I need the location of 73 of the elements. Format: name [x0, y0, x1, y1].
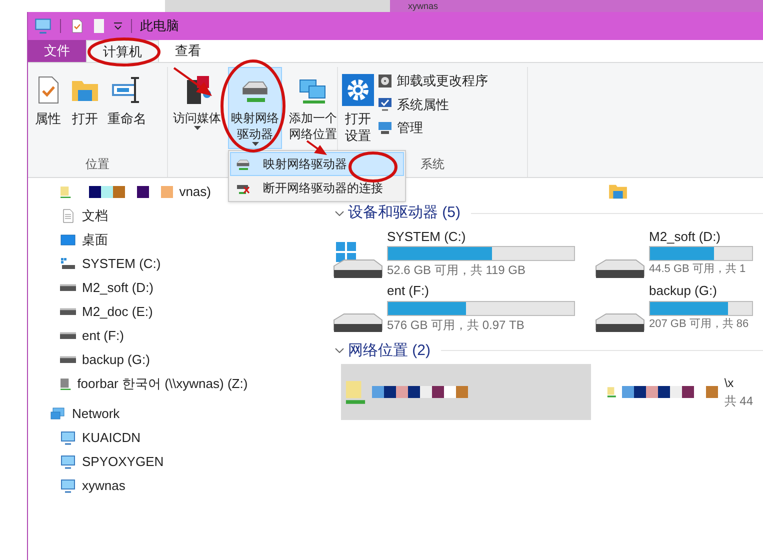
network-icon — [50, 406, 66, 422]
section-heading: 网络位置 (2) — [348, 340, 430, 360]
ribbon-button[interactable]: 属性 — [30, 67, 66, 149]
nav-item[interactable]: SPYOXYGEN — [82, 452, 164, 472]
nav-item[interactable]: KUAICDN — [82, 428, 141, 448]
monitor-check-icon — [377, 96, 393, 112]
drive-icon — [595, 258, 645, 278]
drive-space: 44.5 GB 可用，共 1 — [649, 262, 747, 277]
ribbon-small-button[interactable]: 卸载或更改程序 — [377, 71, 488, 90]
computer-icon — [377, 120, 393, 136]
network-drive-icon — [60, 378, 72, 390]
nav-item[interactable]: backup (G:) — [82, 350, 150, 370]
blank-document-icon[interactable] — [93, 18, 105, 34]
chevron-icon[interactable] — [335, 210, 344, 216]
system-drive-icon — [60, 256, 76, 272]
network-location-tile[interactable] — [341, 364, 591, 420]
nav-item[interactable]: ent (F:) — [82, 326, 124, 346]
computer-icon — [60, 430, 76, 446]
document-icon — [60, 208, 76, 224]
drive-icon — [60, 308, 76, 316]
drive-name[interactable]: ent (F:) — [387, 281, 575, 300]
nav-item[interactable]: xywnas — [82, 476, 126, 496]
drive-icon — [60, 332, 76, 340]
drive-icon — [60, 356, 76, 364]
ribbon-button[interactable]: 重命名 — [104, 67, 150, 149]
ribbon-button[interactable]: 打开设置 — [340, 67, 376, 149]
system-drive-icon — [333, 240, 383, 278]
chevron-icon[interactable] — [335, 348, 344, 354]
annotation-arrow — [306, 140, 328, 156]
menu-item[interactable]: 断开网络驱动器的连接 — [230, 176, 404, 200]
network-space: 共 44 — [724, 393, 753, 410]
section-heading: 设备和驱动器 (5) — [348, 203, 460, 223]
drive-name[interactable]: backup (G:) — [649, 281, 753, 300]
nav-item[interactable]: 桌面 — [82, 230, 108, 250]
network-drive-icon — [60, 186, 72, 198]
nav-item[interactable]: vnas) — [179, 182, 211, 202]
computer-icon — [34, 17, 52, 35]
ribbon-small-button[interactable]: 管理 — [377, 118, 488, 138]
settings-icon — [342, 74, 374, 106]
drive-name[interactable]: M2_soft (D:) — [649, 226, 753, 246]
nav-item[interactable]: 文档 — [82, 206, 108, 226]
ribbon-button[interactable]: 添加一个网络位置 — [286, 67, 340, 149]
background-window-title: xywnas — [408, 1, 438, 11]
nav-item[interactable]: Network — [72, 404, 120, 424]
desktop-icon — [60, 232, 76, 248]
ribbon-small-button[interactable]: 系统属性 — [377, 94, 488, 114]
checked-document-icon — [69, 18, 85, 34]
disc-box-icon — [377, 72, 393, 89]
drive-icon — [595, 313, 645, 333]
drive-space: 52.6 GB 可用，共 119 GB — [387, 262, 526, 279]
network-path: \x — [724, 375, 735, 392]
drive-icon — [60, 284, 76, 292]
group-label: 系统 — [420, 156, 444, 173]
network-drive-icon — [345, 380, 366, 404]
computer-icon — [60, 478, 76, 494]
menu-item[interactable]: 映射网络驱动器 — [230, 152, 404, 176]
computer-icon — [60, 454, 76, 470]
drive-space: 576 GB 可用，共 0.97 TB — [387, 316, 526, 334]
drive-name[interactable]: SYSTEM (C:) — [387, 226, 575, 246]
file-tab[interactable]: 文件 — [28, 40, 86, 62]
nav-item[interactable]: SYSTEM (C:) — [82, 254, 161, 274]
ribbon-button[interactable]: 映射网络驱动器 — [228, 67, 282, 149]
nav-item[interactable]: M2_soft (D:) — [82, 278, 154, 298]
dropdown-icon[interactable] — [113, 21, 123, 31]
nav-item[interactable]: foorbar 한국어 (\\xywnas) (Z:) — [77, 374, 248, 394]
nav-item[interactable]: M2_doc (E:) — [82, 302, 153, 322]
drive-space: 207 GB 可用，共 86 — [649, 316, 750, 332]
group-label: 位置 — [86, 156, 110, 173]
window-title: 此电脑 — [140, 17, 179, 36]
ribbon-button[interactable]: 打开 — [67, 67, 103, 149]
annotation-arrow — [172, 66, 214, 98]
annotation-circle — [347, 150, 399, 184]
drive-icon — [333, 313, 383, 333]
